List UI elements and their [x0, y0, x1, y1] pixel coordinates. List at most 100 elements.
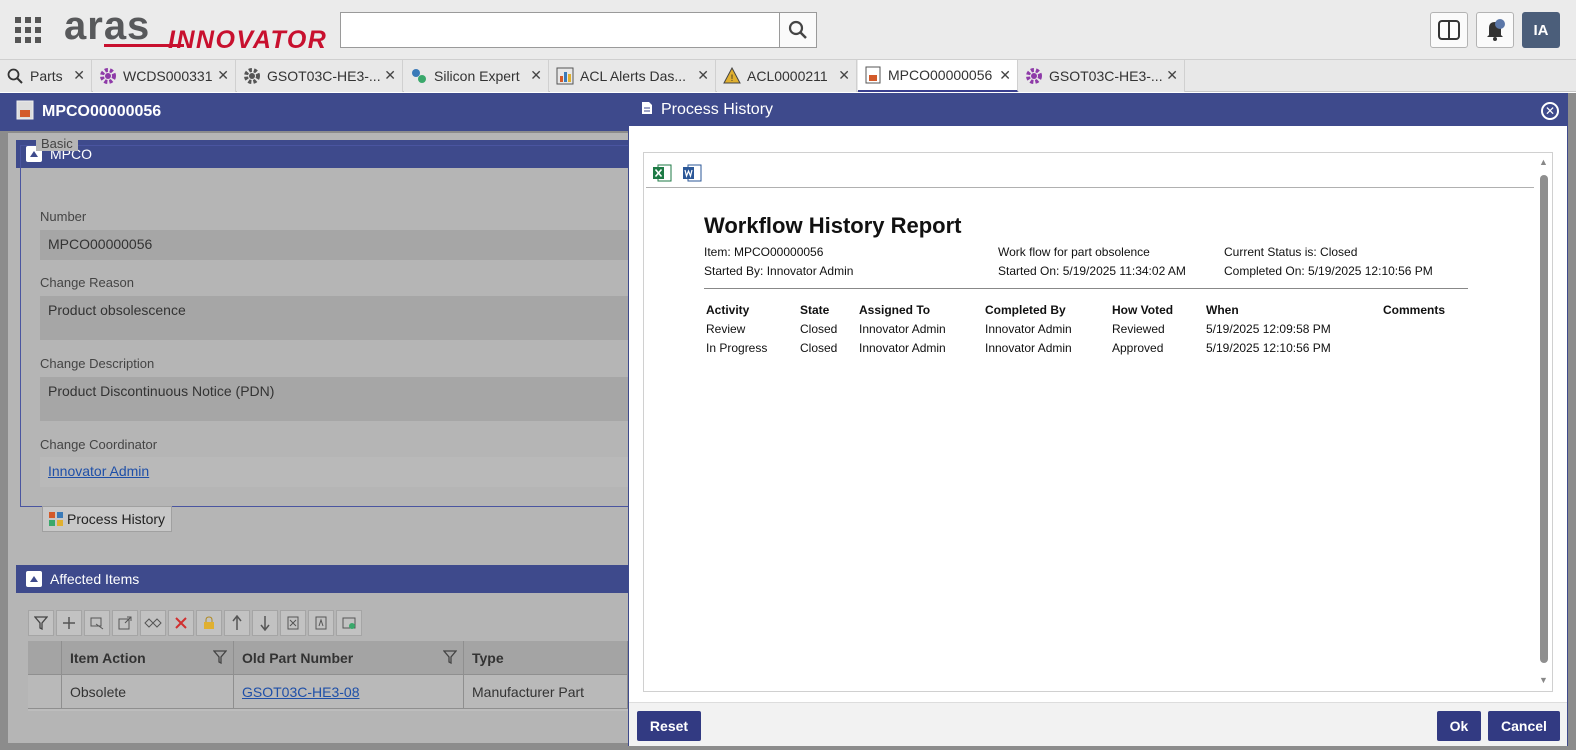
change-coordinator-label: Change Coordinator — [40, 437, 158, 452]
aras-innovator-logo: aras INNOVATOR — [64, 6, 328, 54]
column-header-item-action[interactable]: Item Action — [62, 641, 234, 675]
change-description-label: Change Description — [40, 356, 155, 371]
close-icon[interactable]: ✕ — [999, 67, 1011, 84]
open-external-icon — [118, 616, 132, 630]
row-selector[interactable] — [28, 675, 62, 709]
table-cell-item-action[interactable]: Obsolete — [62, 675, 234, 709]
change-reason-field[interactable]: Product obsolescence — [40, 296, 630, 340]
close-icon[interactable]: ✕ — [73, 67, 85, 84]
pick-button[interactable] — [84, 610, 110, 636]
table-cell-old-part-number: GSOT03C-HE3-08 — [234, 675, 464, 709]
logo-innovator-text: INNOVATOR — [168, 26, 328, 54]
open-button[interactable] — [112, 610, 138, 636]
filter-icon[interactable] — [443, 650, 457, 664]
item-title: MPCO00000056 — [42, 103, 162, 120]
document-icon — [864, 66, 882, 84]
export-bar — [652, 159, 702, 187]
tab-mpco00000056[interactable]: MPCO00000056 ✕ — [858, 60, 1018, 92]
move-down-button[interactable] — [252, 610, 278, 636]
column-header-label: Type — [472, 649, 504, 666]
search-input[interactable] — [340, 12, 780, 48]
close-icon[interactable]: ✕ — [838, 67, 850, 84]
notifications-button[interactable] — [1476, 12, 1514, 48]
filter-icon[interactable] — [213, 650, 227, 664]
change-coordinator-link[interactable]: Innovator Admin — [48, 463, 149, 479]
filter-icon — [34, 616, 48, 630]
delete-icon — [175, 617, 187, 629]
app-grid-icon[interactable] — [14, 16, 42, 44]
number-field[interactable]: MPCO00000056 — [40, 230, 630, 260]
close-icon[interactable]: ✕ — [530, 67, 542, 84]
move-up-button[interactable] — [224, 610, 250, 636]
user-avatar[interactable]: IA — [1522, 12, 1560, 48]
close-icon[interactable]: ✕ — [697, 67, 709, 84]
filter-button[interactable] — [28, 610, 54, 636]
scroll-down-icon[interactable]: ▼ — [1539, 675, 1548, 685]
divider — [704, 288, 1468, 289]
scroll-up-icon[interactable]: ▲ — [1539, 157, 1548, 167]
arrow-down-icon — [260, 616, 270, 631]
export-excel-button[interactable] — [280, 610, 306, 636]
column-header-old-part-number[interactable]: Old Part Number — [234, 641, 464, 675]
close-icon[interactable]: ✕ — [1166, 67, 1178, 84]
row-selector-header — [28, 641, 62, 675]
top-bar: aras INNOVATOR IA — [0, 0, 1576, 60]
ok-button[interactable]: Ok — [1437, 711, 1481, 741]
excel-file-icon — [287, 616, 299, 630]
tab-parts[interactable]: Parts ✕ — [0, 60, 92, 92]
word-icon[interactable] — [682, 163, 702, 183]
tab-gsot03c-2[interactable]: GSOT03C-HE3-... ✕ — [1019, 60, 1185, 92]
lock-button[interactable] — [196, 610, 222, 636]
affected-items-header[interactable]: Affected Items — [16, 565, 630, 593]
vertical-scrollbar[interactable]: ▲ ▼ — [1538, 157, 1550, 685]
change-description-field[interactable]: Product Discontinuous Notice (PDN) — [40, 377, 630, 421]
bell-icon — [1487, 19, 1505, 41]
report-cell: Innovator Admin — [985, 322, 1072, 336]
tab-acl0000211[interactable]: ! ACL0000211 ✕ — [717, 60, 857, 92]
report-cell: In Progress — [706, 341, 768, 355]
report-col-when: When — [1206, 303, 1239, 317]
report-col-comments: Comments — [1383, 303, 1446, 317]
scrollbar-thumb[interactable] — [1540, 175, 1548, 663]
collapse-icon[interactable] — [26, 571, 42, 587]
reset-button[interactable]: Reset — [637, 711, 701, 741]
tab-label: GSOT03C-HE3-... — [267, 68, 381, 84]
basic-group-label: Basic — [36, 136, 78, 151]
export-pdf-button[interactable] — [308, 610, 334, 636]
tab-label: GSOT03C-HE3-... — [1049, 68, 1163, 84]
tab-silicon-expert[interactable]: Silicon Expert ✕ — [404, 60, 549, 92]
search-icon — [6, 67, 24, 85]
column-header-type[interactable]: Type — [464, 641, 628, 675]
affected-items-toolbar — [28, 608, 638, 638]
add-button[interactable] — [56, 610, 82, 636]
svg-text:!: ! — [731, 73, 734, 83]
delete-button[interactable] — [168, 610, 194, 636]
dialog-title: Process History — [661, 101, 774, 118]
table-cell-type[interactable]: Manufacturer Part — [464, 675, 628, 709]
close-icon[interactable]: ✕ — [1541, 102, 1559, 120]
excel-icon[interactable] — [652, 163, 672, 183]
add-row-button[interactable] — [336, 610, 362, 636]
report-cell: Approved — [1112, 341, 1164, 355]
old-part-number-link[interactable]: GSOT03C-HE3-08 — [242, 684, 359, 700]
tab-gsot03c-1[interactable]: GSOT03C-HE3-... ✕ — [237, 60, 403, 92]
split-view-button[interactable] — [1430, 12, 1468, 48]
column-header-label: Old Part Number — [242, 649, 354, 666]
close-icon[interactable]: ✕ — [217, 67, 229, 84]
report-item: Item: MPCO00000056 — [704, 245, 824, 259]
pick-icon — [90, 617, 104, 630]
search-button[interactable] — [779, 12, 817, 48]
tab-wcds000331[interactable]: WCDS000331 ✕ — [93, 60, 236, 92]
report-title: Workflow History Report — [704, 213, 962, 238]
report-cell: Innovator Admin — [859, 322, 946, 336]
tab-acl-alerts[interactable]: ACL Alerts Das... ✕ — [550, 60, 716, 92]
report-cell: 5/19/2025 12:10:56 PM — [1206, 341, 1331, 355]
item-header: MPCO00000056 — [0, 93, 640, 131]
cancel-button[interactable]: Cancel — [1488, 711, 1560, 741]
process-history-button[interactable]: Process History — [42, 506, 173, 532]
close-icon[interactable]: ✕ — [384, 67, 396, 84]
report-col-assigned-to: Assigned To — [859, 303, 931, 317]
process-history-label: Process History — [67, 511, 166, 527]
tab-label: ACL Alerts Das... — [580, 68, 687, 84]
replace-button[interactable] — [140, 610, 166, 636]
